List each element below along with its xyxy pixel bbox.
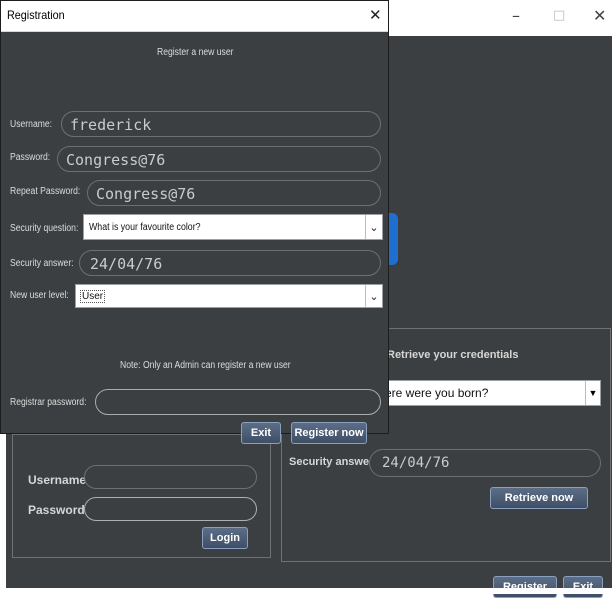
login-username-label: Username: <box>28 473 91 487</box>
retrieve-title: Retrieve your credentials <box>387 349 519 361</box>
login-password-input[interactable] <box>84 497 257 521</box>
registration-exit-button[interactable]: Exit <box>241 422 281 444</box>
security-answer-input[interactable]: 24/04/76 <box>79 250 381 276</box>
security-question-label: Security question: <box>10 223 79 234</box>
user-level-label: New user level: <box>10 290 69 301</box>
repeat-password-label: Repeat Password: <box>10 186 81 197</box>
retrieve-security-question-select[interactable]: ere were you born? ▼ <box>379 380 601 406</box>
main-window-bottom-edge <box>0 588 616 594</box>
registration-close-button[interactable]: ✕ <box>369 6 382 24</box>
security-answer-label: Security answer: <box>10 258 74 269</box>
username-label: Username: <box>10 119 53 130</box>
password-label: Password: <box>10 152 51 163</box>
repeat-password-value: Congress@76 <box>96 185 196 203</box>
register-button[interactable]: Register <box>493 576 557 598</box>
registration-titlebar: Registration ✕ <box>1 1 388 32</box>
retrieve-security-answer-value: 24/04/76 <box>382 455 450 471</box>
register-now-button[interactable]: Register now <box>291 422 367 444</box>
retrieve-now-button[interactable]: Retrieve now <box>490 487 588 509</box>
security-question-value: What is your favourite color? <box>89 221 201 233</box>
password-value: Congress@76 <box>66 151 166 169</box>
retrieve-security-answer-label: Security answer: <box>289 456 378 468</box>
registration-dialog: Registration ✕ Register a new user Usern… <box>0 0 389 444</box>
user-level-value: User <box>79 289 106 303</box>
login-password-label: Password: <box>28 503 89 517</box>
chevron-down-icon[interactable]: ▼ <box>585 381 600 405</box>
chevron-down-icon[interactable]: ⌄ <box>365 285 382 307</box>
main-close-button[interactable]: ✕ <box>593 6 606 25</box>
registrar-password-label: Registrar password: <box>10 397 87 408</box>
username-value: frederick <box>70 116 152 134</box>
repeat-password-input[interactable]: Congress@76 <box>87 180 381 206</box>
exit-button[interactable]: Exit <box>563 576 603 598</box>
retrieve-security-question-value: ere were you born? <box>385 386 489 400</box>
registrar-password-input[interactable] <box>95 389 381 415</box>
login-username-input[interactable] <box>84 465 257 489</box>
admin-note: Note: Only an Admin can register a new u… <box>120 360 291 371</box>
security-question-select[interactable]: What is your favourite color? ⌄ <box>83 214 383 240</box>
accent-strip <box>388 213 398 265</box>
security-answer-value: 24/04/76 <box>90 255 163 273</box>
registration-heading: Register a new user <box>157 47 234 58</box>
password-input[interactable]: Congress@76 <box>57 146 381 172</box>
retrieve-security-answer-input[interactable]: 24/04/76 <box>369 449 601 477</box>
maximize-button[interactable]: □ <box>553 8 565 23</box>
login-button[interactable]: Login <box>202 527 248 549</box>
registration-title: Registration <box>7 8 65 22</box>
username-input[interactable]: frederick <box>61 111 381 137</box>
chevron-down-icon[interactable]: ⌄ <box>365 215 382 239</box>
user-level-select[interactable]: User ⌄ <box>75 284 383 308</box>
minimize-button[interactable]: – <box>512 6 520 25</box>
